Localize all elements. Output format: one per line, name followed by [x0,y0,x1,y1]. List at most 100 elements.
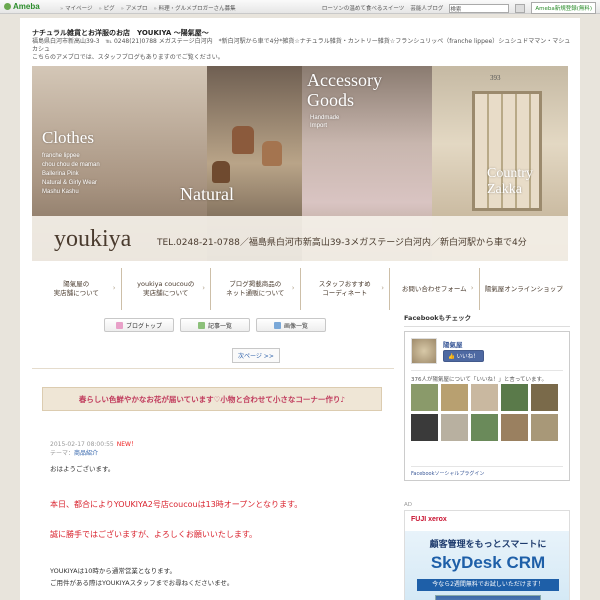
nav-item-online-shop[interactable]: 陽氣屋オンラインショップ › [480,268,569,310]
entry-notice-opening: 本日、都合によりYOUKIYA2号店coucouは13時オープンとなります。 [50,500,303,509]
banner-clothes-label: Clothes [42,128,94,147]
banner-brand-logo: youkiya [54,226,132,252]
blog-description: 福島県白河市新高山39-3 ℡ 0248(21)0788 メガステージ白河内 *… [32,38,572,62]
image-list-label: 画像一覧 [283,322,308,330]
celebrity-blog-link[interactable]: 芸能人ブログ [410,4,443,12]
entry-body-line1: YOUKIYAは10時から通常営業となります。 [50,567,177,575]
fan-avatar[interactable] [471,414,498,441]
nav-item-coucou[interactable]: youkiya coucouの 実店舗について › [122,268,211,310]
entry-title[interactable]: 春らしい色鮮やかなお花が届いています♡小物と合わせて小さなコーナー作り♪ [79,394,345,405]
shop-nav-menu: 陽氣屋の 実店舗について › youkiya coucouの 実店舗について › ブログ… [32,268,568,310]
ad-trial: 今なら2週間無料でお試しいただけます！ [417,579,559,591]
ameba-logo[interactable]: Ameba [4,2,40,11]
fan-avatar[interactable] [501,384,528,411]
facebook-plugin-label[interactable]: Facebookソーシャルプラグイン [411,466,563,477]
top-nav-amepro[interactable]: アメプロ [121,4,148,12]
blog-description-line1: 福島県白河市新高山39-3 ℡ 0248(21)0788 メガステージ白河内 *… [32,38,571,53]
header-banner[interactable]: 393 Clothes franche lippee chou chou de … [32,66,568,261]
entry-theme-label: テーマ： [50,450,75,457]
article-list-button[interactable]: 記事一覧 [180,318,250,332]
nav-item-store-line2: 実店舗について [53,289,99,297]
facebook-widget: 陽氣屋 👍 いいね！ 376人が陽氣屋について「いいね！」と言っています。 Fa… [404,331,570,481]
banner-natural-label: Natural [180,184,234,204]
top-bar-right: ローソンの温めて食べるスイーツ 芸能人ブログ 検索 Ameba新規登録(無料) [322,2,596,14]
banner-handmade-line2: Import [310,123,328,129]
chevron-right-icon: › [560,284,563,292]
nav-item-online-shop-line1: 陽氣屋オンラインショップ [484,284,563,293]
ad-banner[interactable]: FUJI xerox 顧客管理をもっとスマートに SkyDesk CRM 今なら… [404,510,570,600]
fan-avatar[interactable] [531,414,558,441]
nav-item-mail-order-line1: ブログ掲載商品の [229,280,282,288]
home-icon [115,321,123,329]
fan-avatar[interactable] [411,414,438,441]
blog-page: ナチュラル雑貨とお洋服のお店 YOUKIYA 〜陽氣屋〜 福島県白河市新高山39… [20,18,580,600]
chevron-right-icon: › [202,284,205,292]
entry-date-value: 2015-02-17 08:00:55 [50,441,114,448]
banner-sub-4: Natural & Girly Wear [42,180,97,186]
facebook-page-name[interactable]: 陽氣屋 [443,339,463,349]
banner-accessory-label: Accessory Goods [307,70,382,110]
banner-sub-3: Ballerina Pink [42,171,79,177]
fan-avatar[interactable] [531,384,558,411]
entry-body-line2: ご用件がある際はYOUKIYAスタッフまでお尋ねくださいませ。 [50,579,234,587]
nav-item-coucou-line1: youkiya coucouの [137,280,195,288]
fan-avatar[interactable] [501,414,528,441]
fan-avatar[interactable] [471,384,498,411]
facebook-like-button[interactable]: 👍 いいね！ [443,350,484,362]
nav-item-coordinate-line2: コーディネート [322,289,368,297]
entry-body: YOUKIYAは10時から通常営業となります。 ご用件がある際はYOUKIYAス… [50,565,233,589]
blog-description-line2: こちらのアメブロでは、スタッフブログもありますのでご覧ください。 [32,54,224,61]
blog-top-button[interactable]: ブログトップ [104,318,174,332]
ad-tagline: 顧客管理をもっとスマートに [429,540,547,550]
search-input-value: 検索 [450,6,462,13]
register-button[interactable]: Ameba新規登録(無料) [531,2,596,14]
fan-avatar[interactable] [441,384,468,411]
fan-avatar[interactable] [441,414,468,441]
facebook-heading: Facebookもチェック [404,310,570,327]
banner-sub-1: franche lippee [42,153,80,159]
banner-sub-2: chou chou de maman [42,162,100,168]
banner-handmade-label: Handmade Import [310,114,339,130]
image-list-button[interactable]: 画像一覧 [256,318,326,332]
facebook-page-avatar[interactable] [411,338,437,364]
chevron-right-icon: › [381,284,384,292]
promo-link[interactable]: ローソンの温めて食べるスイーツ [322,4,404,12]
fan-avatar[interactable] [411,384,438,411]
search-input[interactable]: 検索 [449,3,510,13]
banner-accessory-line2: Goods [307,90,355,110]
top-nav-pigg[interactable]: ピグ [99,4,115,12]
nav-item-contact[interactable]: お問い合わせフォーム › [390,268,480,310]
search-button[interactable] [515,3,526,13]
ad-label: AD [404,502,412,508]
banner-house-number: 393 [490,74,501,82]
nav-item-mail-order[interactable]: ブログ掲載商品の ネット通販について › [211,268,301,310]
blog-entry: 春らしい色鮮やかなお花が届いています♡小物と合わせて小さなコーナー作り♪ 201… [32,368,394,600]
next-page-link[interactable]: 次ページ >> [232,348,280,363]
ad-brand: FUJI xerox [411,516,447,523]
banner-sub-5: Mashu Kashu [42,189,79,195]
ad-product: SkyDesk CRM [430,553,546,572]
ameba-top-bar: Ameba マイページ ピグ アメプロ 料理・グルメブロガーさん募集 ローソンの… [0,0,600,14]
sidebar: Facebookもチェック 陽氣屋 👍 いいね！ 376人が陽氣屋について「いい… [404,310,570,600]
top-nav-recruit[interactable]: 料理・グルメブロガーさん募集 [154,4,236,12]
banner-tel-address: TEL.0248-21-0788／福島県白河市新高山39-3メガステージ白河内／… [157,238,527,248]
nav-item-coucou-line2: 実店舗について [143,289,189,297]
blog-top-label: ブログトップ [125,322,162,330]
banner-handmade-line1: Handmade [310,115,340,121]
banner-accessory-line1: Accessory [307,70,382,90]
entry-notice-apology: 誠に勝手ではございますが、よろしくお願いいたします。 [50,530,258,539]
top-nav: マイページ ピグ アメプロ 料理・グルメブロガーさん募集 [60,4,236,12]
facebook-like-count: 376人が陽氣屋について「いいね！」と言っています。 [411,370,563,383]
blog-title[interactable]: ナチュラル雑貨とお洋服のお店 YOUKIYA 〜陽氣屋〜 [32,28,209,38]
banner-country-label: Country Zakka [487,166,533,198]
blog-toolbar: ブログトップ 記事一覧 画像一覧 [104,318,326,332]
list-icon [197,321,205,329]
entry-title-box: 春らしい色鮮やかなお花が届いています♡小物と合わせて小さなコーナー作り♪ [42,387,382,411]
nav-item-store[interactable]: 陽氣屋の 実店舗について › [32,268,122,310]
top-nav-mypage[interactable]: マイページ [60,4,92,12]
entry-greeting: おはようございます。 [50,465,115,473]
facebook-fan-avatars [411,384,558,441]
nav-item-coordinate[interactable]: スタッフおすすめ コーディネート › [301,268,390,310]
entry-theme: テーマ：商品紹介 [50,448,98,457]
entry-theme-link[interactable]: 商品紹介 [74,450,98,457]
